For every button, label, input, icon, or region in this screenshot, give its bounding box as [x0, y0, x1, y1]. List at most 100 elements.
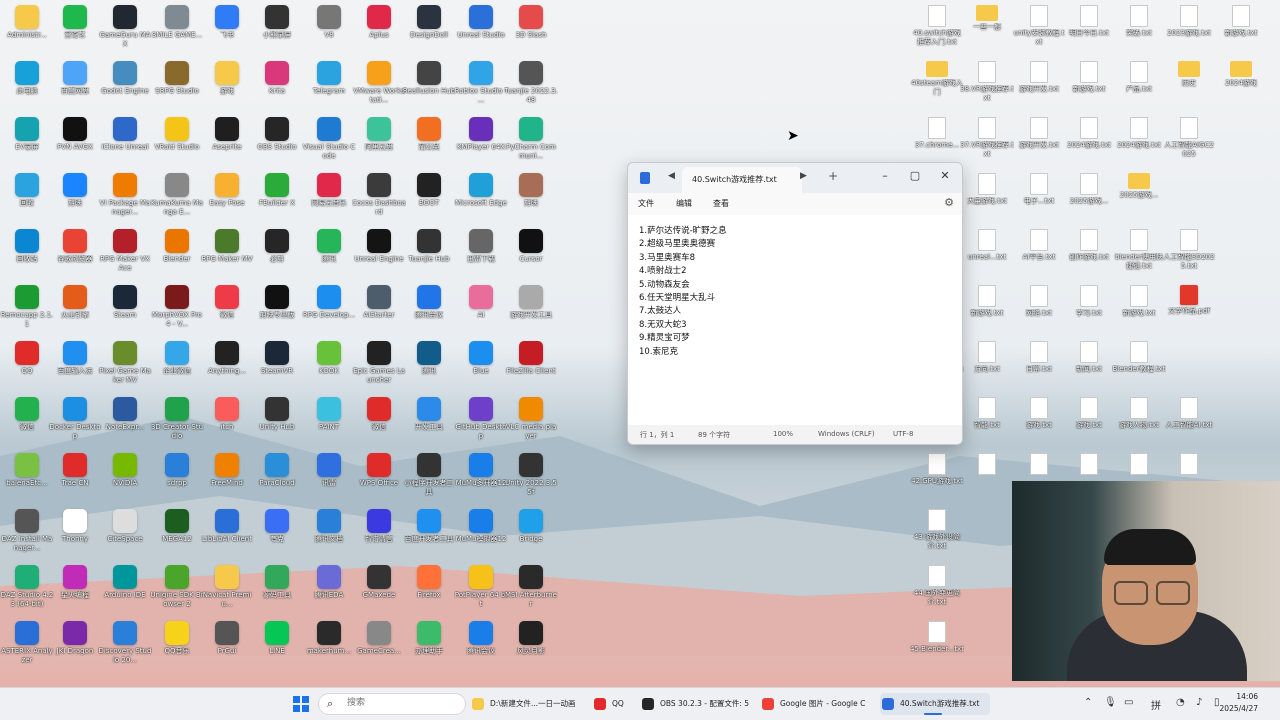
desktop-icon[interactable]: Godot Engine: [98, 61, 152, 96]
desktop-icon[interactable]: 智谱清言: [352, 509, 406, 544]
desktop-icon[interactable]: LibLibAI Client: [200, 509, 254, 544]
desktop-icon[interactable]: SteamVR: [250, 341, 304, 376]
desktop-file[interactable]: 网络.txt: [1012, 285, 1066, 318]
desktop-icon[interactable]: Unreal Studio: [454, 5, 508, 40]
desktop-file[interactable]: 2024游戏.txt: [1112, 117, 1166, 150]
status-encoding[interactable]: UTF-8: [893, 430, 913, 438]
desktop-file[interactable]: 游戏人物.txt: [1112, 397, 1166, 430]
desktop-icon[interactable]: itch: [200, 397, 254, 432]
desktop-icon[interactable]: SMILE GAME...: [150, 5, 204, 40]
desktop-icon[interactable]: GitHub Desktop: [454, 397, 508, 441]
desktop-icon[interactable]: KumaKuma Manga E...: [150, 173, 204, 217]
desktop-icon[interactable]: 游戏: [200, 61, 254, 96]
desktop-file[interactable]: 新游戏.txt: [1112, 285, 1166, 318]
desktop-icon[interactable]: 游戏开发工具: [504, 285, 558, 320]
maximize-icon[interactable]: ▢: [900, 167, 930, 185]
settings-gear-icon[interactable]: ⚙: [944, 196, 954, 209]
desktop-icon[interactable]: Unity 2022.3.55f: [504, 453, 558, 497]
desktop-file[interactable]: 智能.txt: [960, 397, 1014, 430]
desktop-icon[interactable]: Thonny: [48, 509, 102, 544]
notepad-window[interactable]: ◀ 40.Switch游戏推荐.txt ▶ + – ▢ ✕ 文件 编辑 查看 ⚙…: [627, 162, 963, 445]
start-windows-icon[interactable]: [293, 696, 309, 712]
tab-current-file[interactable]: 40.Switch游戏推荐.txt: [682, 167, 802, 193]
desktop-file[interactable]: [960, 453, 1014, 477]
desktop-icon[interactable]: 风灵月影: [504, 621, 558, 656]
desktop-icon[interactable]: BOOT: [402, 173, 456, 208]
desktop-icon[interactable]: 回收: [0, 173, 54, 208]
desktop-icon[interactable]: GameGuru MAX: [98, 5, 152, 49]
desktop-icon[interactable]: Navicat Premiu...: [200, 565, 254, 609]
desktop-icon[interactable]: 此电脑: [0, 61, 54, 96]
desktop-icon[interactable]: GMaxede: [352, 565, 406, 600]
desktop-icon[interactable]: NVIDIA: [98, 453, 152, 488]
desktop-icon[interactable]: Tuanjie 2022.3.48: [504, 61, 558, 105]
desktop-file[interactable]: 新闻.txt: [1062, 341, 1116, 374]
desktop-folder[interactable]: 2024游戏: [1214, 61, 1268, 88]
desktop-icon[interactable]: 3D Slash: [504, 5, 558, 40]
desktop-file[interactable]: 人工智能AI.txt: [1162, 397, 1216, 430]
desktop-icon[interactable]: Aplus: [352, 5, 406, 40]
minimize-icon[interactable]: –: [870, 167, 900, 185]
tab-scroll-right-icon[interactable]: ▶: [800, 171, 807, 181]
microphone-icon[interactable]: 🎙: [1104, 697, 1117, 708]
desktop-icon[interactable]: PAINT: [302, 397, 356, 432]
taskbar-app[interactable]: QQ: [592, 693, 638, 715]
desktop-icon[interactable]: 回收站: [0, 229, 54, 264]
desktop-icon[interactable]: RPG Maker VX Ace: [98, 229, 152, 273]
desktop-icon[interactable]: Unreal Engine: [352, 229, 406, 264]
desktop-file[interactable]: 人工智能SD2025.txt: [1162, 229, 1216, 271]
desktop-icon[interactable]: Firefox: [402, 565, 456, 600]
desktop-file[interactable]: 38.VR游戏推荐.txt: [960, 61, 1014, 103]
desktop-icon[interactable]: VRoid Studio: [150, 117, 204, 152]
desktop-icon[interactable]: 迅雷下载: [454, 229, 508, 264]
desktop-icon[interactable]: CiteSpace: [98, 509, 152, 544]
desktop-file[interactable]: 游戏开发.txt: [1012, 61, 1066, 94]
desktop-icon[interactable]: OBS Studio: [250, 117, 304, 152]
desktop-icon[interactable]: Arduino IDE: [98, 565, 152, 600]
desktop-icon[interactable]: DesignDoll: [402, 5, 456, 40]
desktop-icon[interactable]: 百度网盘: [48, 61, 102, 96]
desktop-file[interactable]: 明日今日.txt: [1062, 5, 1116, 38]
desktop-icon[interactable]: balenaEtc...: [0, 453, 54, 488]
desktop-icon[interactable]: 微信: [352, 397, 406, 432]
desktop-icon[interactable]: 腾讯: [302, 229, 356, 264]
tray-app-icon[interactable]: ▭: [1124, 697, 1133, 708]
desktop-icon[interactable]: Epic Games Launcher: [352, 341, 406, 385]
desktop-icon[interactable]: Aseprite: [200, 117, 254, 152]
desktop-file[interactable]: [1012, 453, 1066, 477]
menu-file[interactable]: 文件: [638, 198, 654, 209]
desktop-icon[interactable]: 腾讯会议: [454, 621, 508, 656]
desktop-icon[interactable]: Visual Studio Code: [302, 117, 356, 161]
desktop-icon[interactable]: 小程序开发者工具: [402, 453, 456, 497]
desktop-icon[interactable]: PVN AVGX: [48, 117, 102, 152]
desktop-file[interactable]: 37.chrome...: [910, 117, 964, 150]
desktop-icon[interactable]: PotPlayer 64 bit: [454, 565, 508, 609]
status-line-ending[interactable]: Windows (CRLF): [818, 430, 875, 438]
desktop-file[interactable]: 文学作品.pdf: [1162, 285, 1216, 316]
desktop-icon[interactable]: Cursor: [504, 229, 558, 264]
taskbar-app[interactable]: 40.Switch游戏推荐.txt: [880, 693, 990, 715]
desktop-icon[interactable]: VLC media player: [504, 397, 558, 441]
desktop-file[interactable]: 突破.txt: [1112, 5, 1166, 38]
desktop-file[interactable]: unreal...txt: [960, 229, 1014, 262]
desktop-icon[interactable]: Remocapp 2.1.1: [0, 285, 54, 329]
desktop-file[interactable]: AI平台.txt: [1012, 229, 1066, 262]
desktop-folder[interactable]: 一些一般: [960, 5, 1014, 32]
desktop-file[interactable]: 37.VR游戏推荐.txt: [960, 117, 1014, 159]
desktop-icon[interactable]: 讯雷: [302, 453, 356, 488]
desktop-icon[interactable]: PrGui: [200, 621, 254, 656]
desktop-icon[interactable]: 腾讯会议: [402, 285, 456, 320]
desktop-icon[interactable]: VI Package Manager...: [98, 173, 152, 217]
desktop-icon[interactable]: makerhum...: [302, 621, 356, 656]
desktop-file[interactable]: 电子...txt: [1012, 173, 1066, 206]
desktop-icon[interactable]: EV录屏: [0, 117, 54, 152]
desktop-icon[interactable]: 剪映: [48, 173, 102, 208]
tray-chevron-up-icon[interactable]: ⌃: [1084, 697, 1092, 708]
desktop-icon[interactable]: 火山引擎: [48, 285, 102, 320]
desktop-icon[interactable]: 必剪: [250, 229, 304, 264]
desktop-icon[interactable]: Anything...: [200, 341, 254, 376]
desktop-icon[interactable]: AI: [454, 285, 508, 320]
desktop-icon[interactable]: Roblox Studio - ...: [454, 61, 508, 105]
desktop-icon[interactable]: DAZ Install Manager...: [0, 509, 54, 553]
desktop-file[interactable]: 游戏.txt: [1062, 397, 1116, 430]
